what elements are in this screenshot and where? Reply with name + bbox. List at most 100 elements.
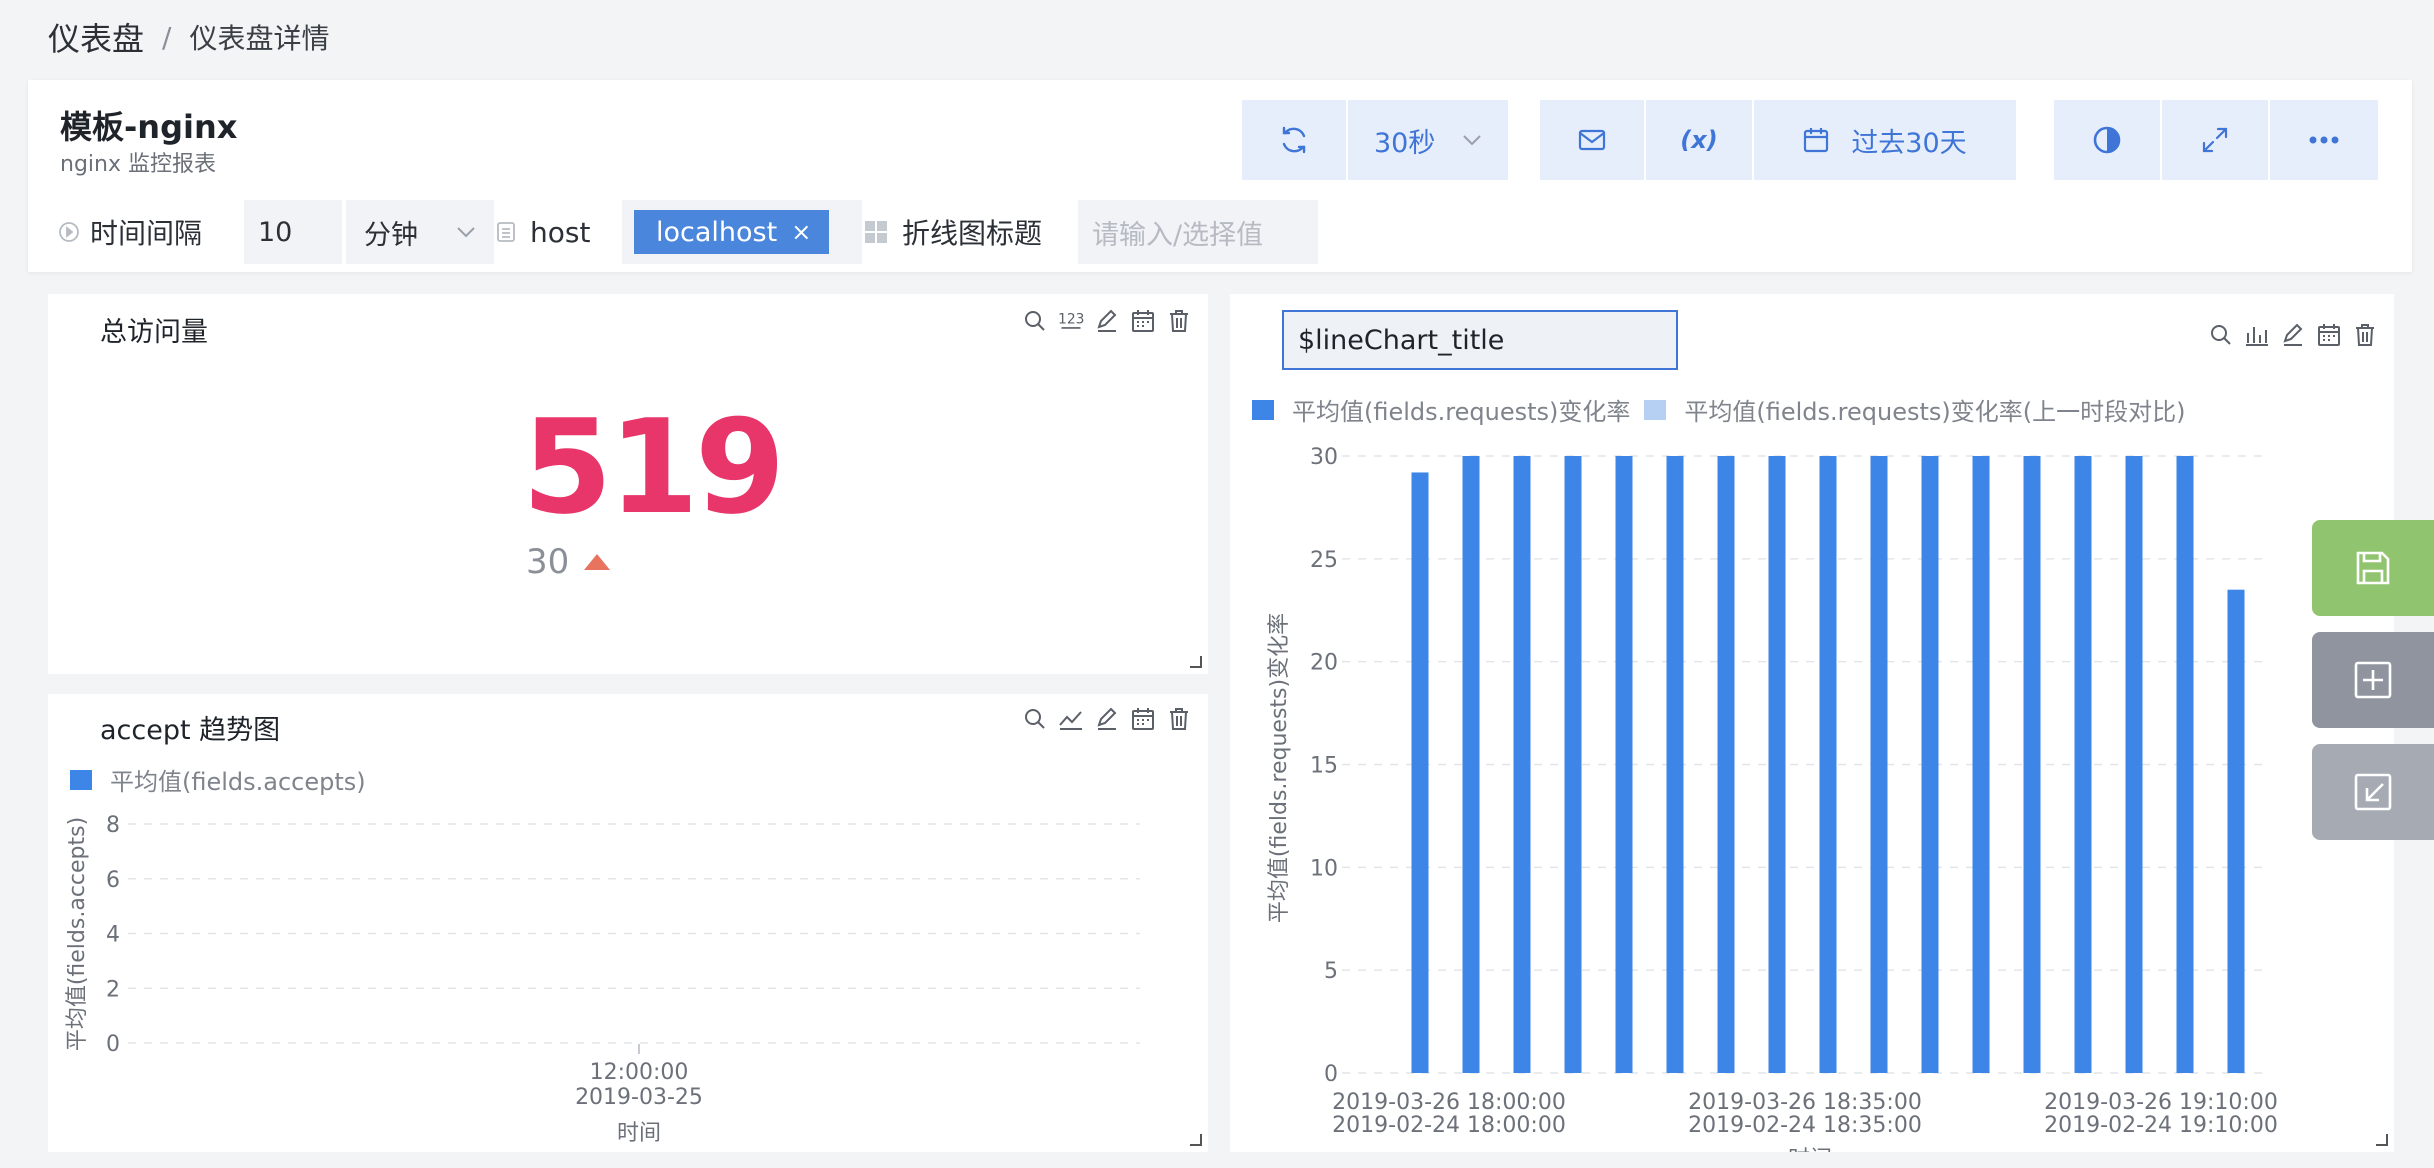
stat-compare: 30 — [526, 542, 611, 582]
linechart-title-label: 折线图标题 — [902, 217, 1043, 250]
chevron-down-icon — [456, 225, 476, 239]
bar[interactable] — [1819, 456, 1837, 1073]
bar[interactable] — [1768, 456, 1786, 1073]
stat-value: 519 — [522, 391, 785, 543]
save-button[interactable] — [2312, 520, 2434, 616]
calendar-icon[interactable] — [1130, 308, 1156, 334]
fullscreen-button[interactable] — [2162, 100, 2268, 180]
linechart-title-input[interactable]: 请输入/选择值 — [1078, 200, 1318, 264]
refresh-icon — [1278, 124, 1310, 156]
y-tick-label: 2 — [106, 977, 120, 1002]
x-tick-label: 2019-02-24 18:00:00 — [1332, 1113, 1566, 1138]
svg-text:123: 123 — [1058, 312, 1084, 328]
y-tick-label: 5 — [1324, 959, 1338, 984]
contrast-icon — [2091, 124, 2123, 156]
trend-up-icon — [583, 553, 611, 571]
y-tick-label: 0 — [106, 1032, 120, 1057]
email-button[interactable] — [1540, 100, 1644, 180]
bar[interactable] — [1564, 456, 1582, 1073]
more-horizontal-icon — [2309, 136, 2339, 144]
bar[interactable] — [1921, 456, 1939, 1073]
resize-handle[interactable] — [1190, 656, 1202, 668]
chevron-down-icon — [1462, 133, 1482, 147]
bar[interactable] — [1462, 456, 1480, 1073]
clock-play-icon — [58, 221, 80, 243]
resize-handle[interactable] — [2376, 1134, 2388, 1146]
y-tick-label: 15 — [1310, 754, 1338, 779]
x-tick-label: 2019-02-24 19:10:00 — [2044, 1113, 2278, 1138]
y-tick-label: 4 — [106, 923, 120, 948]
x-tick-label: 2019-03-26 18:00:00 — [1332, 1090, 1566, 1115]
compare-value: 30 — [526, 542, 570, 582]
bar[interactable] — [1870, 456, 1888, 1073]
number-chart-icon[interactable]: 123 — [1058, 308, 1084, 334]
panel-title: 总访问量 — [100, 317, 208, 348]
page-subtitle: nginx 监控报表 — [60, 152, 216, 177]
chart-grid: 0 2 4 6 8 — [106, 813, 1140, 1057]
host-tag-label: localhost — [656, 216, 778, 248]
x-tick-label-date: 2019-03-25 — [575, 1085, 703, 1110]
import-button[interactable] — [2312, 744, 2434, 840]
search-icon[interactable] — [1022, 308, 1048, 334]
refresh-button[interactable] — [1242, 100, 1346, 180]
resize-handle[interactable] — [1190, 1134, 1202, 1146]
y-tick-label: 10 — [1310, 856, 1338, 881]
add-icon — [2353, 660, 2393, 700]
bar[interactable] — [1972, 456, 1990, 1073]
y-axis-label: 平均值(fields.requests)变化率 — [1267, 613, 1292, 923]
expand-icon — [2201, 126, 2229, 154]
y-tick-label: 30 — [1310, 445, 1338, 470]
bar[interactable] — [2074, 456, 2092, 1073]
x-tick-labels: 2019-03-26 18:00:002019-02-24 18:00:00 20… — [1332, 1090, 2278, 1138]
bar[interactable] — [2227, 589, 2245, 1073]
edit-icon[interactable] — [1094, 308, 1120, 334]
bar[interactable] — [1666, 456, 1684, 1073]
grid-icon — [864, 220, 888, 244]
bar[interactable] — [2125, 456, 2143, 1073]
y-tick-label: 8 — [106, 813, 120, 838]
refresh-interval-select[interactable]: 30秒 — [1348, 100, 1508, 180]
page-title: 模板-nginx — [60, 108, 238, 146]
y-axis-label: 平均值(fields.accepts) — [65, 817, 90, 1051]
host-tag: localhost × — [634, 210, 830, 254]
dashboard-header: 模板-nginx nginx 监控报表 30秒 (x) 过去30天 时间间隔 1… — [28, 80, 2412, 272]
calendar-icon — [1803, 127, 1829, 153]
breadcrumb-root[interactable]: 仪表盘 — [48, 14, 144, 60]
breadcrumb: 仪表盘 / 仪表盘详情 — [48, 14, 329, 60]
x-axis-label: 时间 — [617, 1121, 661, 1146]
tag-close-icon[interactable]: × — [791, 218, 811, 246]
interval-unit-select[interactable]: 分钟 — [346, 200, 494, 264]
bar[interactable] — [1411, 472, 1429, 1073]
interval-unit-value: 分钟 — [364, 219, 418, 251]
y-tick-label: 25 — [1310, 548, 1338, 573]
time-range-button[interactable]: 过去30天 — [1754, 100, 2016, 180]
x-axis-label: 时间 — [1788, 1147, 1832, 1152]
interval-value-input[interactable]: 10 — [244, 200, 342, 264]
interval-label: 时间间隔 — [90, 217, 203, 250]
variable-button[interactable]: (x) — [1646, 100, 1752, 180]
y-tick-label: 0 — [1324, 1062, 1338, 1087]
bar[interactable] — [1615, 456, 1633, 1073]
trash-icon[interactable] — [1166, 308, 1192, 334]
host-label: host — [530, 215, 591, 249]
bar[interactable] — [2023, 456, 2041, 1073]
x-tick-label: 2019-03-26 19:10:00 — [2044, 1090, 2278, 1115]
save-icon — [2354, 549, 2392, 587]
add-panel-button[interactable] — [2312, 632, 2434, 728]
import-icon — [2353, 772, 2393, 812]
x-tick-label-time: 12:00:00 — [590, 1060, 689, 1085]
refresh-interval-value: 30秒 — [1374, 127, 1436, 159]
time-range-value: 过去30天 — [1851, 127, 1967, 159]
bar[interactable] — [2176, 456, 2194, 1073]
variable-icon: (x) — [1680, 126, 1718, 154]
theme-toggle-button[interactable] — [2054, 100, 2160, 180]
y-tick-label: 6 — [106, 868, 120, 893]
accept-line-chart: 0 2 4 6 8 平均值(fields.accepts) 12:00:00 2019-… — [65, 813, 1140, 1146]
more-button[interactable] — [2270, 100, 2378, 180]
host-select[interactable]: localhost × — [622, 200, 862, 264]
bar[interactable] — [1717, 456, 1735, 1073]
breadcrumb-current: 仪表盘详情 — [189, 22, 330, 55]
panel-accept-trend: accept 趋势图 平均值(fields.accepts) 02468 平均值… — [48, 694, 1208, 1152]
bar[interactable] — [1513, 456, 1531, 1073]
mail-icon — [1578, 129, 1606, 151]
